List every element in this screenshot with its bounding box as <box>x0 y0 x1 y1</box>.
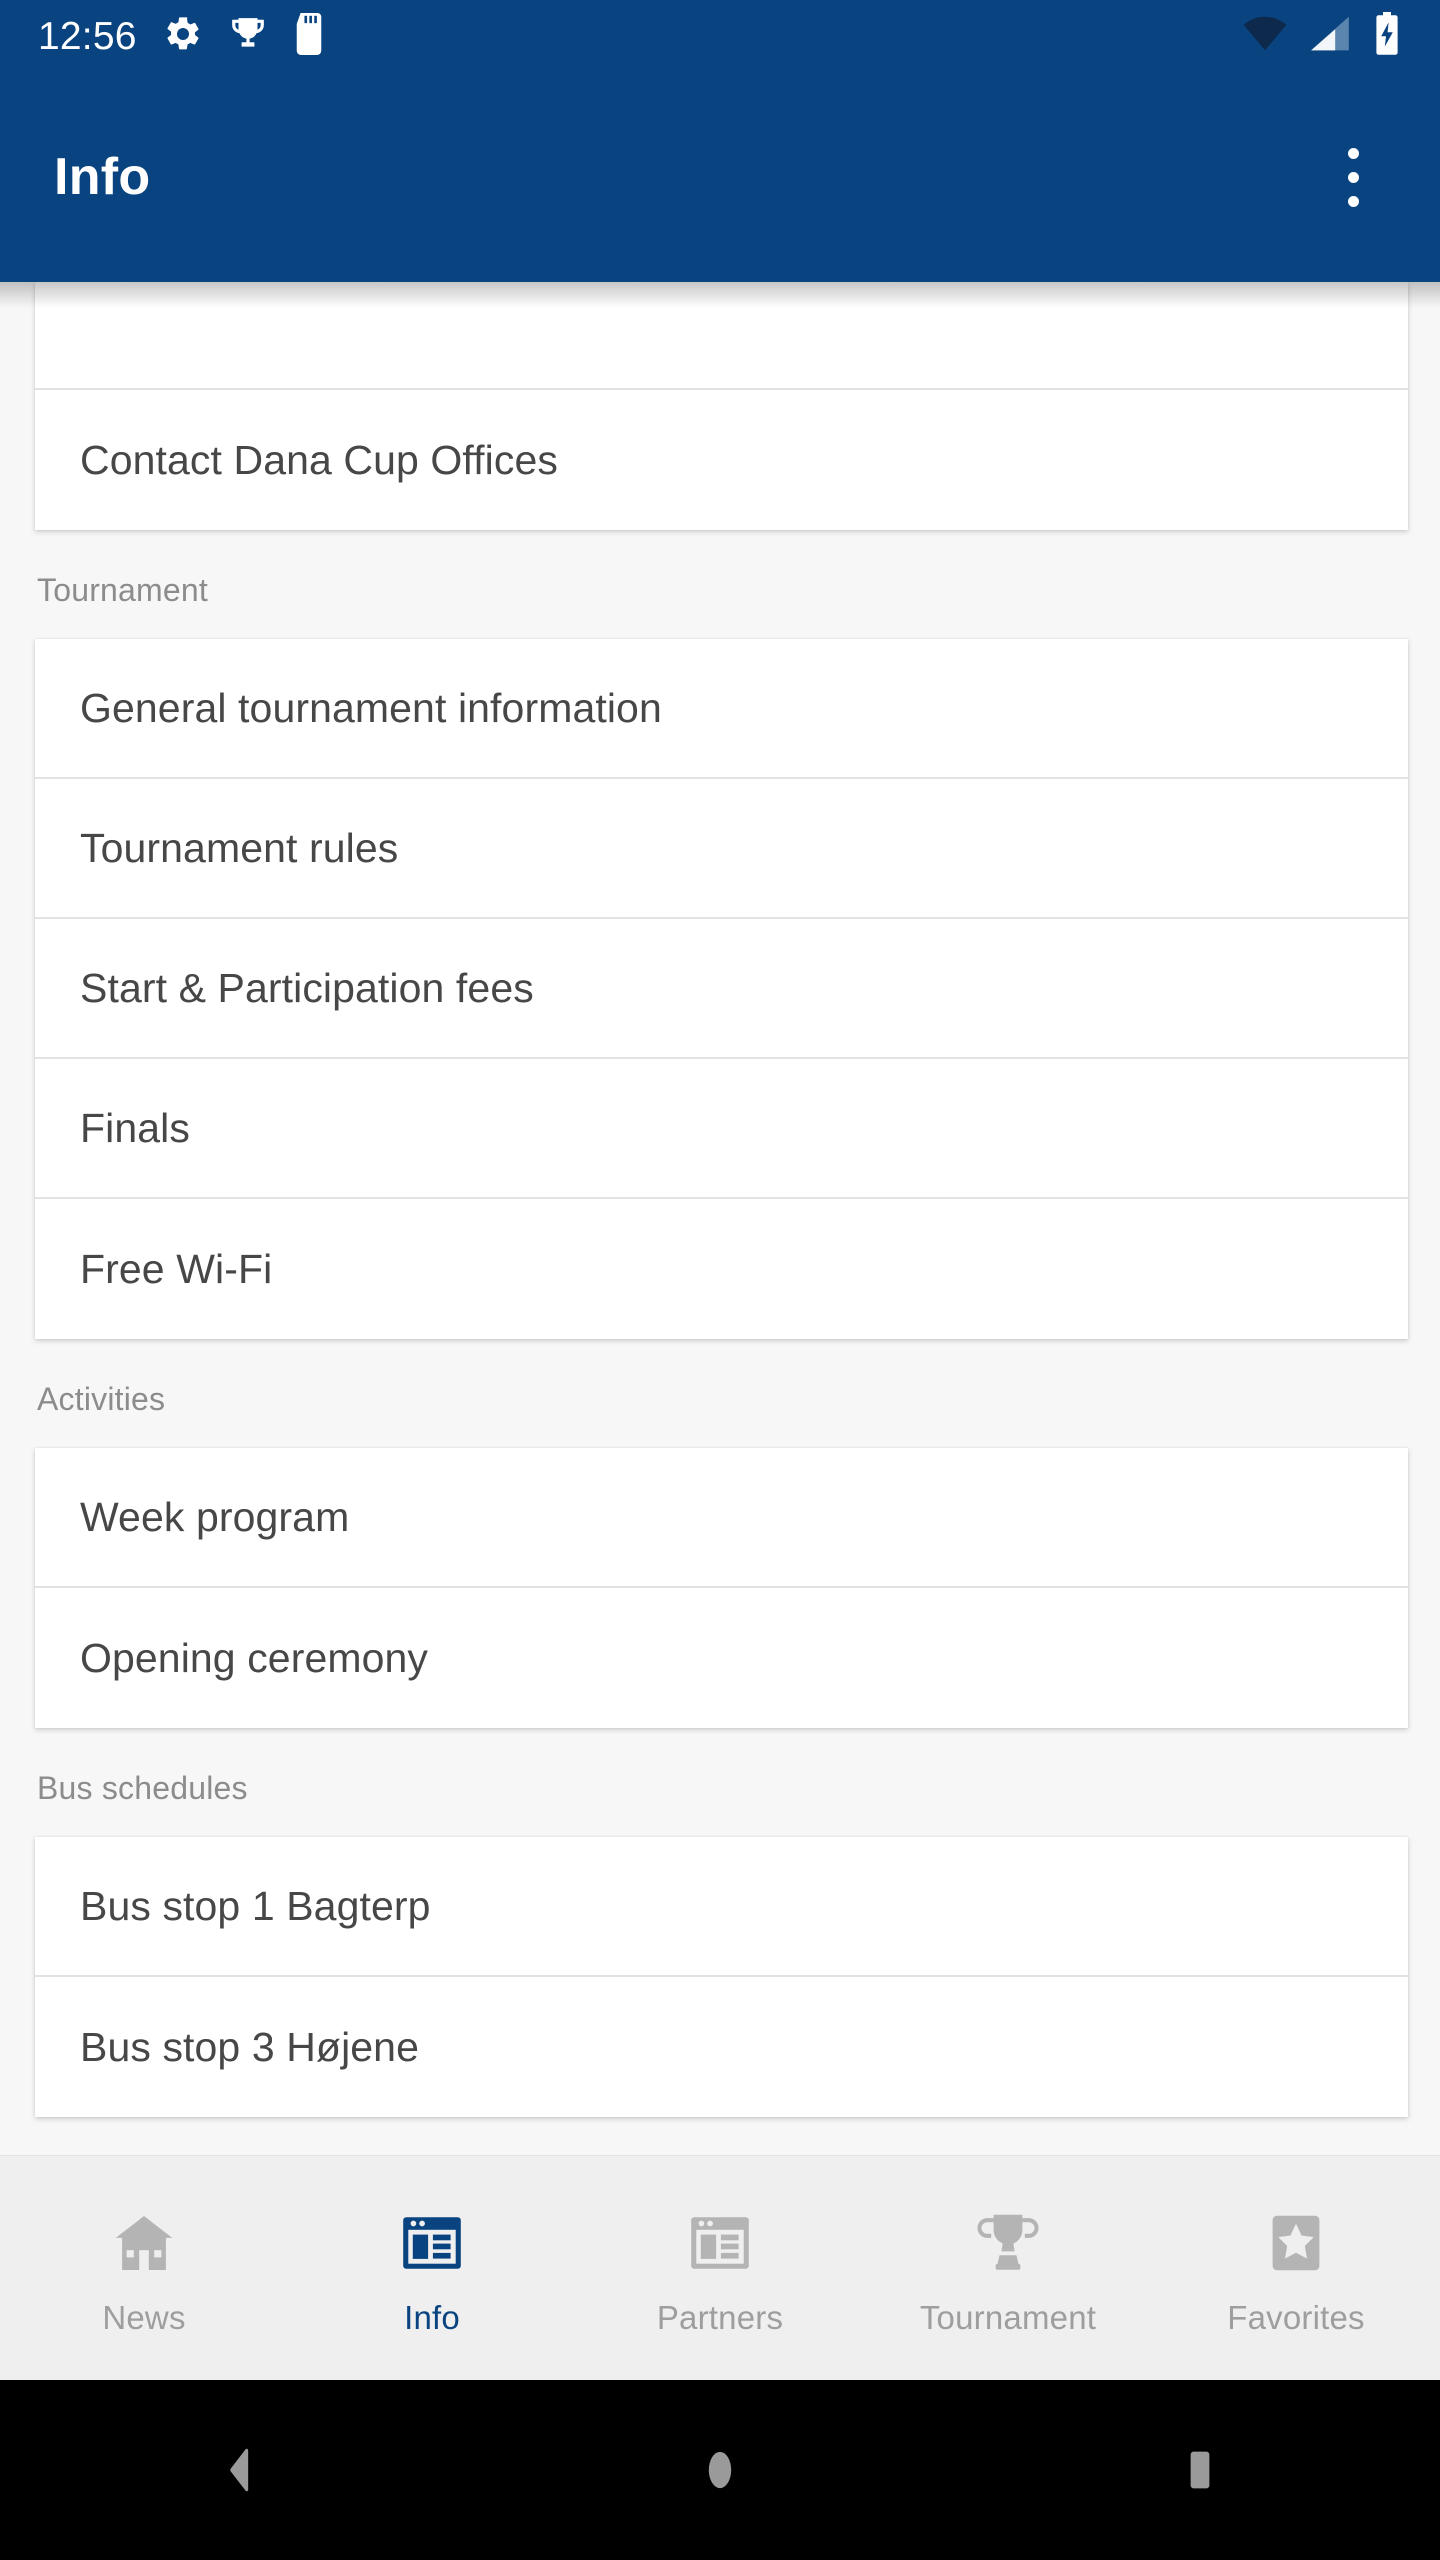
list-item[interactable]: Week program <box>35 1448 1408 1588</box>
trophy-icon <box>229 14 267 59</box>
nav-tab-label: Tournament <box>919 2299 1097 2336</box>
list-card: Week program Opening ceremony <box>35 1448 1408 1728</box>
list-item[interactable]: Finals <box>35 1059 1408 1199</box>
list-item[interactable]: Tournament rules <box>35 779 1408 919</box>
battery-charging-icon <box>1372 11 1402 61</box>
nav-tab-label: Info <box>404 2299 460 2336</box>
list-item-label: Tournament rules <box>80 824 399 871</box>
article-page-icon <box>396 2207 468 2279</box>
list-card: Contact Dana Cup Offices <box>35 282 1408 530</box>
phone-screen: 12:56 Info Contact Dana Cup Offices Tour… <box>0 0 1440 2560</box>
nav-tab-label: Partners <box>656 2299 784 2336</box>
status-bar-clock: 12:56 <box>38 14 137 58</box>
list-item[interactable]: Bus stop 3 Højene <box>35 1977 1408 2117</box>
list-item-label: Week program <box>80 1493 350 1540</box>
list-item[interactable] <box>35 282 1408 390</box>
home-icon <box>108 2207 180 2279</box>
list-item-label: Finals <box>80 1104 190 1151</box>
status-bar-left: 12:56 <box>38 12 1242 60</box>
nav-tab-news[interactable]: News <box>0 2156 288 2380</box>
system-back-button[interactable] <box>165 2410 315 2530</box>
nav-tab-label: News <box>102 2299 186 2336</box>
list-item[interactable]: Free Wi-Fi <box>35 1199 1408 1339</box>
list-item[interactable]: General tournament information <box>35 639 1408 779</box>
nav-tab-partners[interactable]: Partners <box>576 2156 864 2380</box>
list-item-label: General tournament information <box>80 684 662 731</box>
nav-tab-label: Favorites <box>1227 2299 1365 2336</box>
overflow-dot-3 <box>1347 195 1359 207</box>
list-item[interactable]: Start & Participation fees <box>35 919 1408 1059</box>
list-item-label: Free Wi-Fi <box>80 1245 273 1292</box>
list-item[interactable]: Bus stop 1 Bagterp <box>35 1837 1408 1977</box>
bottom-navigation-bar: News Info Partners Tournament Favorites <box>0 2155 1440 2380</box>
section-header: Bus schedules <box>37 1770 248 1806</box>
wifi-icon <box>1242 16 1288 57</box>
status-bar-right <box>1242 11 1402 61</box>
list-item-label: Bus stop 3 Højene <box>80 2023 419 2070</box>
overflow-dot-2 <box>1347 171 1359 183</box>
overflow-dot-1 <box>1347 147 1359 159</box>
cellular-signal-icon <box>1308 16 1352 57</box>
list-item[interactable]: Contact Dana Cup Offices <box>35 390 1408 530</box>
star-badge-icon <box>1260 2207 1332 2279</box>
trophy-icon <box>972 2207 1044 2279</box>
nav-tab-favorites[interactable]: Favorites <box>1152 2156 1440 2380</box>
list-item-label: Bus stop 1 Bagterp <box>80 1882 431 1929</box>
overflow-menu-button[interactable] <box>1318 132 1388 222</box>
list-card: General tournament information Tournament… <box>35 639 1408 1339</box>
system-recents-button[interactable] <box>1125 2410 1275 2530</box>
list-item-label: Opening ceremony <box>80 1634 429 1681</box>
section-header: Activities <box>37 1381 166 1417</box>
page-title: Info <box>54 148 151 206</box>
sd-card-icon <box>293 12 325 60</box>
nav-tab-tournament[interactable]: Tournament <box>864 2156 1152 2380</box>
system-home-button[interactable] <box>645 2410 795 2530</box>
android-system-navigation <box>0 2380 1440 2560</box>
info-list-scroll-area[interactable]: Contact Dana Cup Offices Tournament Genera… <box>0 282 1440 2155</box>
list-card: Bus stop 1 Bagterp Bus stop 3 Højene <box>35 1837 1408 2117</box>
list-item-label: Contact Dana Cup Offices <box>80 436 558 483</box>
article-page-icon <box>684 2207 756 2279</box>
app-bar: Info <box>0 72 1440 282</box>
list-item-label: Start & Participation fees <box>80 964 534 1011</box>
status-bar: 12:56 <box>0 0 1440 72</box>
section-header: Tournament <box>37 572 208 608</box>
list-item[interactable]: Opening ceremony <box>35 1588 1408 1728</box>
nav-tab-info[interactable]: Info <box>288 2156 576 2380</box>
settings-gear-icon <box>163 14 203 59</box>
